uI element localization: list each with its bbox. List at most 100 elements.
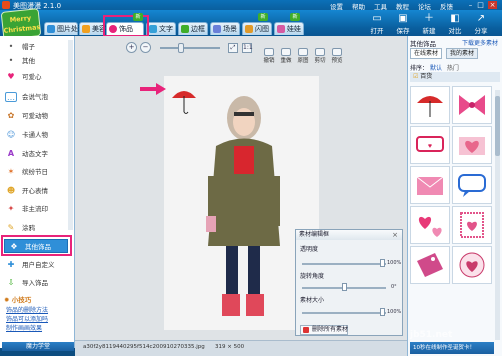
transparency-slider[interactable] <box>302 263 386 265</box>
rotation-handle[interactable] <box>342 283 347 291</box>
transparency-handle[interactable] <box>380 259 385 267</box>
size-slider[interactable] <box>302 312 386 314</box>
rotation-label: 旋转角度 <box>300 273 325 280</box>
crop-button[interactable]: 剪切 <box>313 48 327 64</box>
category-cute-hearts[interactable]: ♥ 可爱心 <box>2 70 74 84</box>
flash-icon <box>245 25 253 33</box>
stamp-icon <box>460 212 484 238</box>
category-animated-text[interactable]: A 动态文字 <box>2 147 74 161</box>
minimize-button[interactable]: – <box>466 1 475 9</box>
original-label: 原图 <box>297 58 309 64</box>
size-value: 100% <box>387 309 402 315</box>
tag-thumb[interactable] <box>410 246 450 284</box>
compare-button[interactable]: ◧ 对比 <box>444 13 466 36</box>
animal-icon: ✿ <box>7 111 15 120</box>
category-label: 非主流印 <box>22 205 48 213</box>
new-button[interactable]: ＋ 新建 <box>418 13 440 36</box>
frame-icon <box>181 25 189 33</box>
heart-icon: ♥ <box>7 72 15 81</box>
delete-all-materials-button[interactable]: 删除所有素材 <box>300 325 348 335</box>
tips-box: ✹ 小技巧 饰品的删除方法 饰品可以添加吗 制作画画效果 <box>2 294 74 340</box>
share-button[interactable]: ↗ 分享 <box>470 13 492 36</box>
category-doodle[interactable]: ✎ 涂鸦 <box>2 221 74 235</box>
share-icon: ↗ <box>476 13 486 24</box>
category-label: 可爱动物 <box>22 112 48 120</box>
tab-image-processing[interactable]: 图片处理 <box>44 22 85 35</box>
category-hats[interactable]: • 帽子 <box>2 40 74 54</box>
love-speech-thumb[interactable] <box>452 166 492 204</box>
envelope-icon <box>416 176 444 195</box>
greeting-card-banner[interactable]: 10秒在线制作圣诞贺卡！ <box>410 342 494 354</box>
delete-label: 删除所有素材 <box>312 326 349 333</box>
close-window-button[interactable]: × <box>488 1 497 9</box>
zoom-slider[interactable] <box>160 47 220 49</box>
tip-link[interactable]: 饰品的删除方法 <box>6 305 48 314</box>
category-user-defined[interactable]: ✚ 用户自定义 <box>2 258 74 272</box>
undo-button[interactable]: 撤销 <box>262 48 276 64</box>
category-label: 卡通人物 <box>22 131 48 139</box>
status-bar: a30f2y8119440295f514c200910270335.jpg 31… <box>75 340 407 356</box>
save-button[interactable]: ▣ 保存 <box>392 13 414 36</box>
heart-envelope-thumb[interactable] <box>452 126 492 164</box>
maximize-button[interactable]: □ <box>476 1 485 9</box>
tab-online-materials[interactable]: 在线素材 <box>410 48 443 59</box>
original-button[interactable]: 原图 <box>296 48 310 64</box>
tab-my-materials[interactable]: 我的素材 <box>446 48 479 59</box>
zoom-slider-handle[interactable] <box>178 43 184 53</box>
category-stamps[interactable]: ✦ 非主流印 <box>2 202 74 216</box>
rotation-value: 0° <box>391 284 397 290</box>
preview-button[interactable]: 预览 <box>330 48 344 64</box>
download-more-link[interactable]: 下载更多素材 <box>462 38 498 47</box>
heart-envelope-icon <box>459 137 485 155</box>
magic-school-link[interactable]: 魔力学堂 <box>2 342 74 351</box>
tab-text[interactable]: 文字 <box>146 22 176 35</box>
open-button[interactable]: ▭ 打开 <box>366 13 388 36</box>
sort-popular[interactable]: 热门 <box>447 65 459 72</box>
redo-label: 重做 <box>280 58 292 64</box>
heart-stamp-thumb[interactable] <box>452 246 492 284</box>
tab-dolls[interactable]: 娃娃 <box>274 22 304 35</box>
zoom-in-button[interactable]: + <box>126 42 137 53</box>
edit-panel-close-icon[interactable]: × <box>391 231 399 239</box>
category-animals[interactable]: ✿ 可爱动物 <box>2 109 74 123</box>
redo-button[interactable]: 重做 <box>279 48 293 64</box>
new-icon: ＋ <box>424 13 434 24</box>
stamp-thumb[interactable] <box>452 206 492 244</box>
material-edit-panel: 素材编辑框 × 透明度 100% 旋转角度 0° 素材大小 100% 删除所有素… <box>295 229 403 336</box>
category-bubbles[interactable]: … 会说气泡 <box>2 90 74 104</box>
import-accessories-button[interactable]: ⇩ 导入饰品 <box>2 276 74 290</box>
category-smileys[interactable]: ☻ 开心表情 <box>2 184 74 198</box>
hearts-thumb[interactable] <box>410 206 450 244</box>
tip-link[interactable]: 饰品可以添加吗 <box>6 314 48 323</box>
pink-envelope-thumb[interactable] <box>410 166 450 204</box>
category-other[interactable]: • 其他 <box>2 54 74 68</box>
fit-window-button[interactable]: ⤢ <box>228 43 238 53</box>
material-scrollbar-thumb[interactable] <box>495 96 500 156</box>
tab-beauty[interactable]: 美容 <box>79 22 106 35</box>
size-handle[interactable] <box>380 308 385 316</box>
actual-size-button[interactable]: 1:1 <box>242 43 253 53</box>
filter-bar: ☑ 百货 <box>410 72 500 82</box>
umbrella-thumb-icon <box>417 96 443 117</box>
bow-thumb[interactable] <box>452 86 492 124</box>
import-icon: ⇩ <box>7 278 15 287</box>
tip-link[interactable]: 制作画画效果 <box>6 323 42 332</box>
category-holidays[interactable]: ✶ 缤纷节日 <box>2 165 74 179</box>
tab-label: 闪图 <box>255 25 269 33</box>
size-label: 素材大小 <box>300 297 325 304</box>
compare-icon: ◧ <box>450 13 460 24</box>
bow-icon <box>459 95 485 115</box>
tab-frames[interactable]: 边框 <box>178 22 208 35</box>
sort-default[interactable]: 默认 <box>430 65 442 72</box>
category-label: 其他 <box>22 57 35 65</box>
zoom-out-button[interactable]: − <box>140 42 151 53</box>
category-cartoons[interactable]: ☺ 卡通人物 <box>2 128 74 142</box>
tab-flash[interactable]: 闪图 <box>242 22 272 35</box>
love-tag-thumb[interactable]: ♥ <box>410 126 450 164</box>
tab-label: 娃娃 <box>287 25 301 33</box>
tab-scenes[interactable]: 场景 <box>210 22 240 35</box>
tag-icon <box>417 253 443 277</box>
app-logo-icon <box>2 1 10 9</box>
umbrella-thumb[interactable] <box>410 86 450 124</box>
dot-icon: • <box>8 42 14 51</box>
